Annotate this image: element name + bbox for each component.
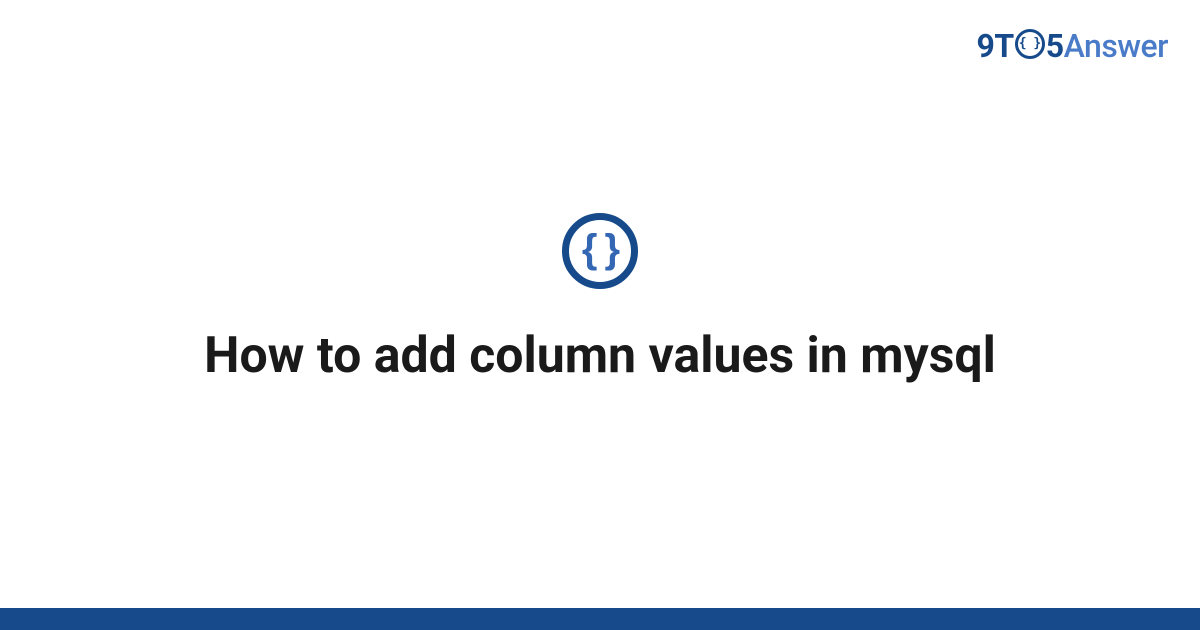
footer-accent-bar: [0, 608, 1200, 630]
page-title: How to add column values in mysql: [204, 325, 996, 388]
code-braces-icon: { }: [562, 213, 638, 289]
braces-glyph: { }: [582, 229, 618, 269]
main-content: { } How to add column values in mysql: [0, 0, 1200, 630]
